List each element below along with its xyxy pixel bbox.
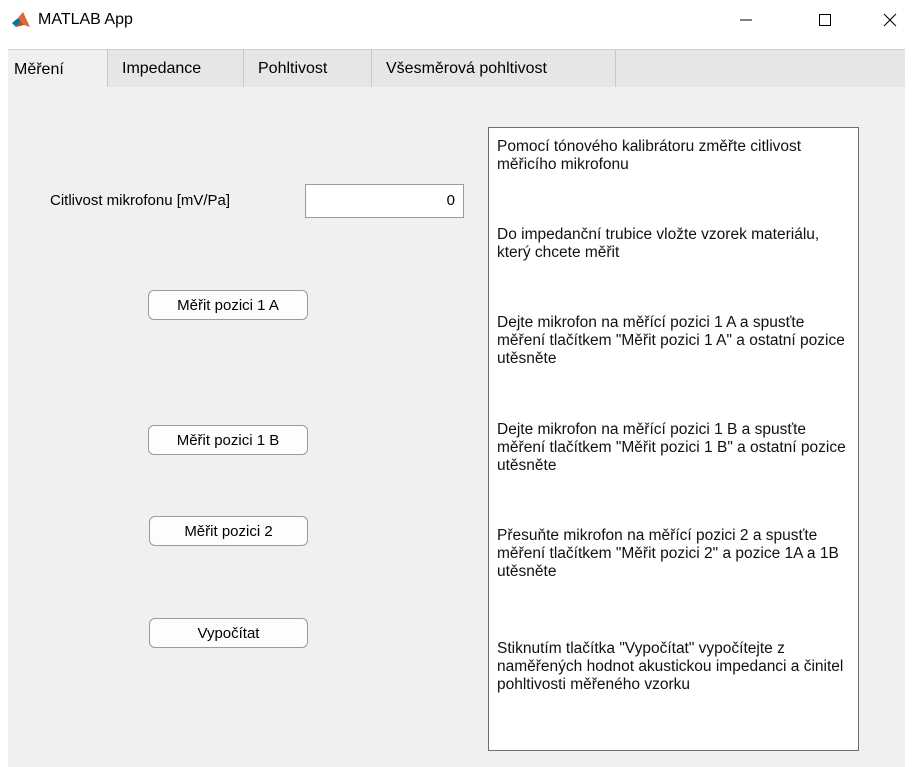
sensitivity-label: Citlivost mikrofonu [mV/Pa] [50,192,231,209]
instruction-step: Stiknutím tlačítka "Vypočítat" vypočítej… [497,640,844,693]
matlab-logo-icon [12,12,30,27]
instruction-step: Přesuňte mikrofon na měřící pozici 2 a s… [497,527,839,580]
maximize-icon [819,14,831,26]
sensitivity-input[interactable]: 0 [305,184,464,218]
instruction-step: Dejte mikrofon na měřící pozici 1 A a sp… [497,314,845,367]
tab-pohltivost[interactable]: Pohltivost [244,50,372,88]
close-button[interactable] [867,0,913,40]
close-icon [883,13,897,27]
measure-position-1a-button[interactable]: Měřit pozici 1 A [148,290,308,320]
measure-position-2-button[interactable]: Měřit pozici 2 [149,516,308,546]
instruction-step: Do impedanční trubice vložte vzorek mate… [497,226,820,261]
calculate-button[interactable]: Vypočítat [149,618,308,648]
instructions-box: Pomocí tónového kalibrátoru změřte citli… [488,127,859,751]
tab-strip: Měření Impedance Pohltivost Všesměrová p… [8,49,905,90]
minimize-icon [740,19,752,21]
tab-impedance[interactable]: Impedance [108,50,244,88]
tab-mereni[interactable]: Měření [8,50,108,90]
title-bar: MATLAB App [0,0,913,40]
window-title: MATLAB App [38,11,133,28]
minimize-button[interactable] [723,0,769,40]
maximize-button[interactable] [802,0,848,40]
instruction-step: Pomocí tónového kalibrátoru změřte citli… [497,138,802,173]
instruction-step: Dejte mikrofon na měřící pozici 1 B a sp… [497,421,846,474]
tab-vsesmerova-pohltivost[interactable]: Všesměrová pohltivost [372,50,616,88]
measure-position-1b-button[interactable]: Měřit pozici 1 B [148,425,308,455]
